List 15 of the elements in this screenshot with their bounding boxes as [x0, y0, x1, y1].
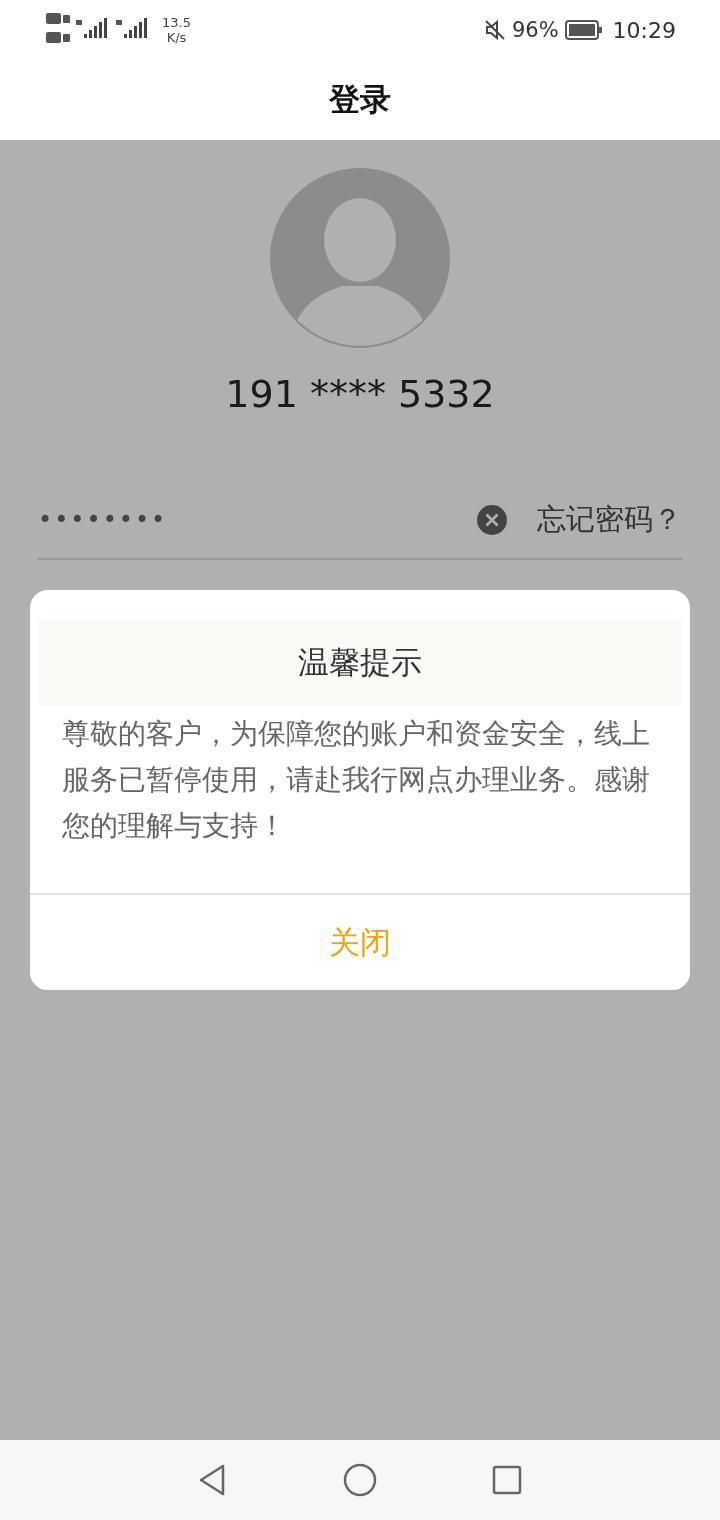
forgot-password-link[interactable]: 忘记密码？ — [537, 500, 682, 540]
page-title: 登录 — [329, 80, 391, 119]
network-speed-unit: K/s — [166, 30, 187, 45]
dialog-message: 尊敬的客户，为保障您的账户和资金安全，线上服务已暂停使用，请赴我行网点办理业务。感谢您的理解与支持！ — [61, 716, 651, 844]
network-speed: 13.5 — [162, 15, 191, 30]
clock: 10:29 — [612, 17, 676, 43]
home-icon[interactable] — [342, 1462, 378, 1498]
phone-number: 191 **** 5332 — [225, 372, 495, 416]
password-field[interactable]: •••••••• — [38, 506, 477, 534]
mute-icon — [483, 19, 506, 41]
dialog-title: 温馨提示 — [38, 620, 682, 705]
avatar-silhouette-icon — [270, 168, 450, 348]
battery-percent: 96% — [511, 18, 559, 42]
battery-icon — [564, 20, 603, 40]
clear-icon[interactable] — [477, 505, 507, 535]
